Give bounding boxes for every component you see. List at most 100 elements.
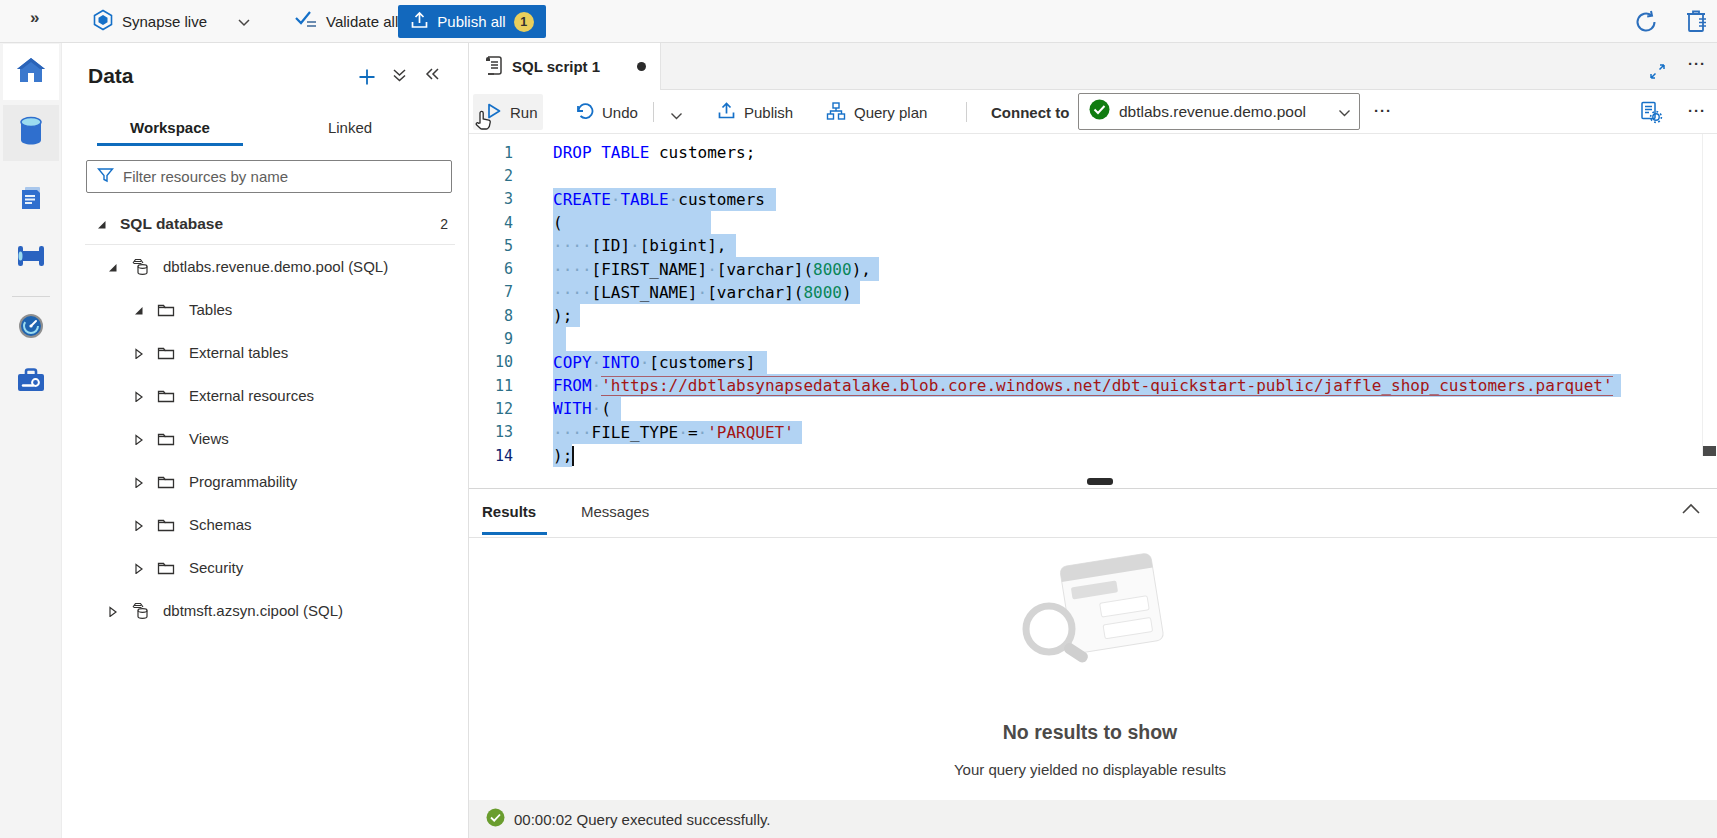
tree-item-external-resources[interactable]: External resources — [62, 374, 469, 417]
code-line-8[interactable]: 8); — [469, 304, 1717, 327]
tree-item-dbtmsft-azsyn-cipool-sql-[interactable]: dbtmsft.azsyn.cipool (SQL) — [62, 589, 469, 632]
code-line-11[interactable]: 11FROM·'https://dbtlabsynapsedatalake.bl… — [469, 374, 1717, 397]
results-splitter-handle[interactable] — [1087, 478, 1113, 485]
tree-collapsed-icon[interactable] — [132, 433, 144, 445]
collapse-panel-icon[interactable] — [424, 67, 441, 85]
tree-collapsed-icon[interactable] — [132, 390, 144, 402]
sql-script-icon — [483, 54, 503, 80]
top-command-bar: » Synapse live Validate all Publish all … — [0, 0, 1717, 43]
code-line-12[interactable]: 12WITH·( — [469, 397, 1717, 420]
editor-scrollbar-thumb[interactable] — [1703, 446, 1716, 456]
code-line-2[interactable]: 2 — [469, 164, 1717, 187]
sql-code-editor[interactable]: 1DROP TABLE customers; 2 3CREATE·TABLE·cus… — [469, 134, 1717, 488]
tab-linked[interactable]: Linked — [328, 119, 372, 136]
no-results-subtitle: Your query yielded no displayable result… — [954, 761, 1226, 778]
database-icon — [130, 257, 150, 276]
discard-changes-icon[interactable] — [1685, 8, 1709, 38]
active-results-tab-underline — [482, 532, 547, 535]
refresh-icon[interactable] — [1633, 9, 1659, 39]
tab-results[interactable]: Results — [482, 503, 536, 520]
main-area: SQL script 1 ··· Run Undo Publish — [469, 43, 1717, 838]
code-line-4[interactable]: 4( — [469, 211, 1717, 234]
properties-icon[interactable] — [1639, 100, 1663, 128]
code-line-3[interactable]: 3CREATE·TABLE·customers — [469, 188, 1717, 211]
publish-button[interactable]: Publish — [717, 90, 793, 134]
tree-item-views[interactable]: Views — [62, 417, 469, 460]
success-check-icon — [486, 808, 505, 830]
connect-to-pool-dropdown[interactable]: dbtlabs.revenue.demo.pool — [1078, 93, 1360, 130]
tree-collapsed-icon[interactable] — [132, 562, 144, 574]
tree-item-programmability[interactable]: Programmability — [62, 460, 469, 503]
tree-collapsed-icon[interactable] — [132, 476, 144, 488]
toolbar-more-icon[interactable]: ··· — [1688, 102, 1706, 119]
publish-all-button[interactable]: Publish all 1 — [398, 5, 546, 38]
results-tab-bar: Results Messages — [469, 489, 1717, 538]
code-lines: 1DROP TABLE customers; 2 3CREATE·TABLE·cus… — [469, 141, 1717, 467]
nav-data[interactable] — [3, 105, 59, 161]
tree-item-schemas[interactable]: Schemas — [62, 503, 469, 546]
code-line-5[interactable]: 5····[ID]·[bigint], — [469, 234, 1717, 257]
nav-manage[interactable] — [3, 354, 59, 410]
tree-expanded-icon[interactable] — [132, 304, 144, 316]
environment-switcher[interactable]: Synapse live — [92, 0, 251, 42]
nav-integrate[interactable] — [3, 230, 59, 286]
active-tab-underline — [97, 143, 243, 146]
query-plan-label: Query plan — [854, 104, 927, 121]
text-cursor — [572, 446, 574, 466]
code-line-13[interactable]: 13····FILE_TYPE·=·'PARQUET' — [469, 421, 1717, 444]
collapse-sidebar-icon[interactable]: » — [30, 8, 39, 28]
publish-label: Publish — [744, 104, 793, 121]
nav-develop[interactable] — [3, 172, 59, 228]
line-number: 10 — [469, 353, 513, 371]
line-number: 2 — [469, 167, 513, 185]
expand-icon[interactable] — [1649, 63, 1666, 84]
nav-monitor[interactable] — [3, 300, 59, 356]
connect-to-label-group: Connect to — [991, 90, 1069, 134]
nav-home[interactable] — [3, 44, 59, 100]
tree-expanded-icon[interactable] — [95, 218, 107, 230]
tree-item-external-tables[interactable]: External tables — [62, 331, 469, 374]
connection-more-icon[interactable]: ··· — [1374, 102, 1392, 119]
undo-button[interactable]: Undo — [574, 90, 638, 134]
code-line-6[interactable]: 6····[FIRST_NAME]·[varchar](8000), — [469, 257, 1717, 280]
run-label: Run — [510, 104, 538, 121]
code-line-14[interactable]: 14); — [469, 444, 1717, 467]
tab-workspace[interactable]: Workspace — [130, 119, 210, 136]
validate-all-button[interactable]: Validate all — [294, 0, 398, 42]
rail-divider — [12, 296, 50, 297]
undo-redo-chevron-icon[interactable] — [670, 106, 683, 124]
tree-item-dbtlabs-revenue-demo-pool-sql-[interactable]: dbtlabs.revenue.demo.pool (SQL) — [62, 245, 469, 288]
tree-item-label: External tables — [189, 344, 288, 361]
folder-icon — [157, 517, 175, 532]
line-number: 8 — [469, 307, 513, 325]
folder-icon — [157, 302, 175, 317]
code-line-7[interactable]: 7····[LAST_NAME]·[varchar](8000) — [469, 281, 1717, 304]
expand-all-icon[interactable] — [392, 67, 407, 87]
line-number: 13 — [469, 423, 513, 441]
tree-collapsed-icon[interactable] — [132, 347, 144, 359]
tree-expanded-icon[interactable] — [106, 261, 118, 273]
chevron-down-icon — [1338, 103, 1351, 121]
toolbar-separator — [966, 102, 967, 122]
tab-messages[interactable]: Messages — [581, 503, 649, 520]
tree-collapsed-icon[interactable] — [106, 605, 118, 617]
tree-item-label: Programmability — [189, 473, 297, 490]
publish-icon — [410, 11, 429, 33]
tree-item-security[interactable]: Security — [62, 546, 469, 589]
tree-item-sql-database[interactable]: SQL database2 — [62, 202, 469, 245]
code-line-9[interactable]: 9 — [469, 327, 1717, 350]
code-line-10[interactable]: 10COPY·INTO·[customers] — [469, 351, 1717, 374]
code-line-1[interactable]: 1DROP TABLE customers; — [469, 141, 1717, 164]
tree-item-tables[interactable]: Tables — [62, 288, 469, 331]
tree-collapsed-icon[interactable] — [132, 519, 144, 531]
filter-resources-input[interactable]: Filter resources by name — [86, 160, 452, 193]
tab-sql-script[interactable]: SQL script 1 — [469, 43, 661, 90]
add-resource-icon[interactable] — [357, 67, 377, 91]
toolbar-separator — [653, 102, 654, 122]
line-number: 9 — [469, 330, 513, 348]
line-number: 5 — [469, 237, 513, 255]
line-number: 7 — [469, 283, 513, 301]
collapse-results-icon[interactable] — [1681, 501, 1701, 519]
query-plan-button[interactable]: Query plan — [826, 90, 927, 134]
tabstrip-more-icon[interactable]: ··· — [1688, 55, 1706, 72]
